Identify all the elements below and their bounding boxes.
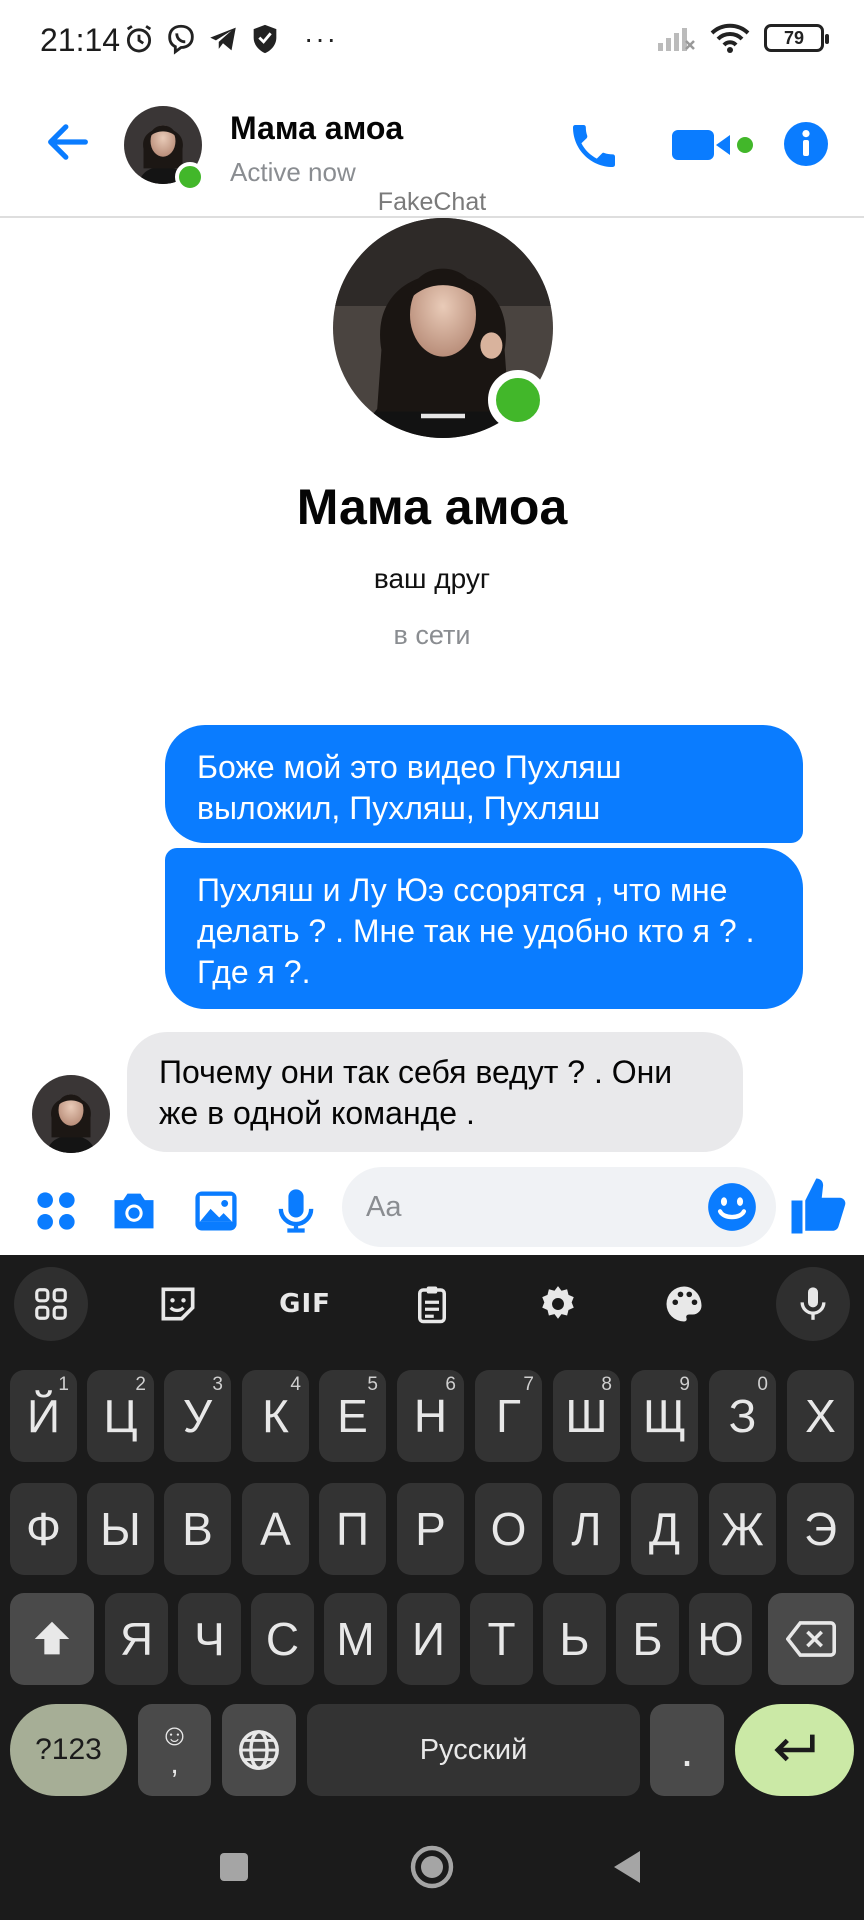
microphone-icon[interactable]	[270, 1185, 322, 1237]
profile-relation: ваш друг	[373, 563, 491, 594]
emoji-comma-key[interactable]: ☺ ,	[138, 1704, 211, 1796]
key-Л[interactable]: Л	[553, 1483, 620, 1575]
key-У[interactable]: У3	[164, 1370, 231, 1462]
emoji-icon[interactable]	[706, 1181, 758, 1233]
more-notifications-icon: ···	[304, 23, 338, 54]
video-call-icon[interactable]	[670, 122, 754, 168]
key-Б[interactable]: Б	[616, 1593, 679, 1685]
back-arrow-icon[interactable]	[42, 116, 94, 168]
palette-icon[interactable]	[647, 1267, 721, 1341]
key-Д[interactable]: Д	[631, 1483, 698, 1575]
key-М[interactable]: М	[324, 1593, 387, 1685]
status-time: 21:14	[40, 22, 121, 58]
globe-icon	[239, 1730, 279, 1770]
back-triangle-icon[interactable]	[604, 1843, 652, 1891]
key-Ф[interactable]: Ф	[10, 1483, 77, 1575]
key-Х[interactable]: Х	[787, 1370, 854, 1462]
key-Ш[interactable]: Ш8	[553, 1370, 620, 1462]
watermark: FakeChat	[377, 188, 487, 216]
recents-square-icon[interactable]	[210, 1843, 258, 1891]
signal-off-icon	[658, 28, 695, 51]
period-key[interactable]: .	[650, 1704, 724, 1796]
key-Э[interactable]: Э	[787, 1483, 854, 1575]
settings-gear-icon[interactable]	[521, 1267, 595, 1341]
backspace-key[interactable]	[768, 1593, 854, 1685]
contact-name[interactable]: Мама амоа	[230, 110, 403, 147]
voice-input-icon[interactable]	[776, 1267, 850, 1341]
battery-indicator: 79	[764, 24, 829, 52]
gif-button[interactable]: GIF	[268, 1267, 342, 1341]
keyboard-menu-icon[interactable]	[14, 1267, 88, 1341]
shift-arrow-icon	[34, 1621, 70, 1655]
comma-label: ,	[170, 1747, 179, 1780]
status-system-icons: 79	[656, 22, 829, 54]
key-П[interactable]: П	[319, 1483, 386, 1575]
enter-arrow-icon	[773, 1734, 815, 1762]
clipboard-icon[interactable]	[395, 1267, 469, 1341]
shield-icon	[253, 24, 277, 54]
space-key[interactable]: Русский	[307, 1704, 640, 1796]
symbols-key[interactable]: ?123	[10, 1704, 127, 1796]
key-Н[interactable]: Н6	[397, 1370, 464, 1462]
key-Е[interactable]: Е5	[319, 1370, 386, 1462]
key-Ы[interactable]: Ы	[87, 1483, 154, 1575]
key-Ч[interactable]: Ч	[178, 1593, 241, 1685]
avatar-photo	[32, 1075, 110, 1153]
key-А[interactable]: А	[242, 1483, 309, 1575]
key-З[interactable]: З0	[709, 1370, 776, 1462]
alarm-icon	[126, 25, 152, 53]
key-В[interactable]: В	[164, 1483, 231, 1575]
wifi-icon	[710, 23, 750, 53]
key-И[interactable]: И	[397, 1593, 460, 1685]
key-Ь[interactable]: Ь	[543, 1593, 606, 1685]
camera-icon[interactable]	[108, 1185, 160, 1237]
phone-icon[interactable]	[566, 118, 622, 174]
gallery-icon[interactable]	[190, 1185, 242, 1237]
key-Я[interactable]: Я	[105, 1593, 168, 1685]
info-icon[interactable]	[782, 120, 830, 168]
outgoing-message[interactable]: Боже мой это видео Пухляш выложил, Пухля…	[165, 725, 803, 843]
key-Г[interactable]: Г7	[475, 1370, 542, 1462]
backspace-icon	[786, 1621, 836, 1657]
status-bar: 21:14 ··· 79	[0, 0, 864, 84]
message-composer	[0, 1165, 864, 1255]
incoming-message[interactable]: Почему они так себя ведут ? . Они же в о…	[127, 1032, 743, 1152]
key-Ж[interactable]: Ж	[709, 1483, 776, 1575]
telegram-icon	[210, 27, 236, 51]
contact-status: Active now	[230, 157, 356, 187]
keyboard-toolbar: GIF	[0, 1255, 864, 1351]
language-globe-key[interactable]	[222, 1704, 296, 1796]
profile-online-status: в сети	[393, 620, 471, 650]
gif-label: GIF	[279, 1289, 331, 1319]
key-Р[interactable]: Р	[397, 1483, 464, 1575]
profile-name: Мама амоа	[296, 479, 568, 535]
status-notification-icons: ···	[122, 22, 338, 56]
profile-online-indicator	[488, 370, 548, 430]
home-circle-icon[interactable]	[408, 1843, 456, 1891]
enter-key[interactable]	[735, 1704, 854, 1796]
key-Т[interactable]: Т	[470, 1593, 533, 1685]
key-Щ[interactable]: Щ9	[631, 1370, 698, 1462]
key-Ю[interactable]: Ю	[689, 1593, 752, 1685]
key-Ц[interactable]: Ц2	[87, 1370, 154, 1462]
system-navigation-bar	[0, 1815, 864, 1920]
thumbs-up-icon[interactable]	[786, 1173, 852, 1239]
shift-key[interactable]	[10, 1593, 94, 1685]
key-Й[interactable]: Й1	[10, 1370, 77, 1462]
key-О[interactable]: О	[475, 1483, 542, 1575]
sticker-icon[interactable]	[141, 1267, 215, 1341]
viber-icon	[168, 24, 194, 55]
key-К[interactable]: К4	[242, 1370, 309, 1462]
key-С[interactable]: С	[251, 1593, 314, 1685]
emoji-key-icon: ☺	[159, 1719, 190, 1752]
outgoing-message[interactable]: Пухляш и Лу Юэ ссорятся , что мне делать…	[165, 848, 803, 1009]
sender-avatar[interactable]	[32, 1075, 110, 1153]
apps-grid-icon[interactable]	[30, 1185, 82, 1237]
